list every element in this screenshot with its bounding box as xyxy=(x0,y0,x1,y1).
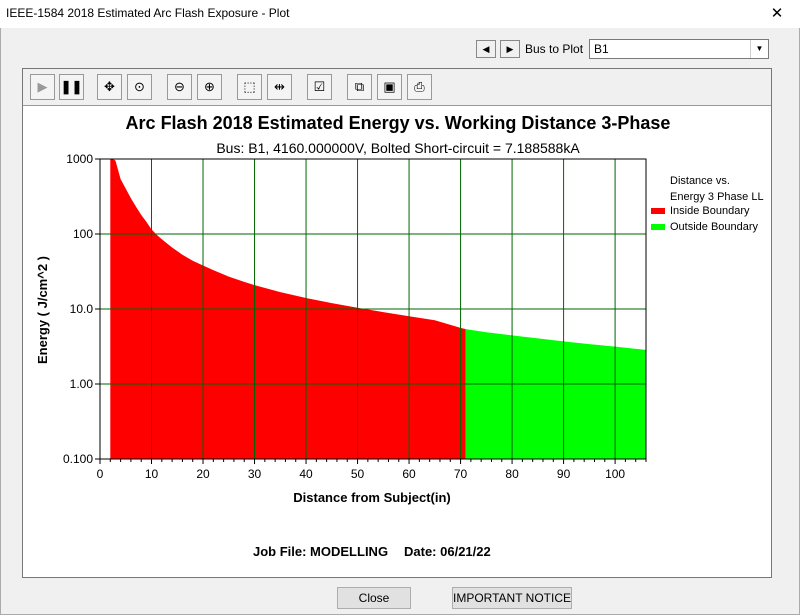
arc-flash-chart: Arc Flash 2018 Estimated Energy vs. Work… xyxy=(35,113,764,559)
bus-select[interactable]: B1 ▼ xyxy=(589,39,769,59)
job-file-label: Job File: MODELLING xyxy=(253,544,388,559)
x-tick-label: 50 xyxy=(351,467,365,481)
chevron-down-icon[interactable]: ▼ xyxy=(750,40,768,58)
y-tick-label: 1000 xyxy=(66,152,93,166)
save-button[interactable]: ▣ xyxy=(377,74,402,100)
split-icon: ⇹ xyxy=(274,79,285,94)
legend-label-outside: Outside Boundary xyxy=(670,221,759,233)
important-notice-button[interactable]: IMPORTANT NOTICE xyxy=(452,587,572,609)
bus-select-value: B1 xyxy=(594,42,609,56)
x-tick-label: 100 xyxy=(605,467,625,481)
copy-button[interactable]: ⧉ xyxy=(347,74,372,100)
zoom-fit-icon: ⊙ xyxy=(134,79,145,94)
legend-title-line: Energy 3 Phase LL xyxy=(670,191,764,203)
split-button[interactable]: ⇹ xyxy=(267,74,292,100)
window-close-icon[interactable]: ✕ xyxy=(754,0,800,28)
legend-label-inside: Inside Boundary xyxy=(670,205,750,217)
legend-swatch-inside xyxy=(651,208,665,214)
chart-subtitle: Bus: B1, 4160.000000V, Bolted Short-circ… xyxy=(216,140,580,156)
plot-toolbar: ▶ ❚❚ ✥ ⊙ ⊖ ⊕ ⬚ ⇹ ☑ ⧉ ▣ ⎙ xyxy=(23,69,771,106)
zoom-in-icon: ⊕ xyxy=(204,79,215,94)
y-axis-label: Energy ( J/cm^2 ) xyxy=(35,256,50,364)
pan-icon: ✥ xyxy=(104,79,115,94)
zoom-fit-button[interactable]: ⊙ xyxy=(127,74,152,100)
zoom-in-button[interactable]: ⊕ xyxy=(197,74,222,100)
triangle-left-icon: ◀ xyxy=(482,44,490,54)
print-icon: ⎙ xyxy=(414,79,425,94)
window-title: IEEE-1584 2018 Estimated Arc Flash Expos… xyxy=(6,6,290,20)
chart-title: Arc Flash 2018 Estimated Energy vs. Work… xyxy=(126,113,671,133)
pause-icon: ❚❚ xyxy=(60,79,83,94)
print-button[interactable]: ⎙ xyxy=(407,74,432,100)
legend-swatch-outside xyxy=(651,224,665,230)
x-tick-label: 30 xyxy=(248,467,262,481)
properties-button[interactable]: ☑ xyxy=(307,74,332,100)
next-bus-button[interactable]: ▶ xyxy=(500,40,520,58)
play-button[interactable]: ▶ xyxy=(30,74,55,100)
zoom-out-icon: ⊖ xyxy=(174,79,185,94)
pan-button[interactable]: ✥ xyxy=(97,74,122,100)
job-date-label: Date: 06/21/22 xyxy=(404,544,491,559)
x-tick-label: 10 xyxy=(145,467,159,481)
select-box-icon: ⬚ xyxy=(243,79,256,94)
x-tick-label: 40 xyxy=(299,467,313,481)
x-tick-label: 80 xyxy=(505,467,519,481)
x-tick-label: 70 xyxy=(454,467,468,481)
prev-bus-button[interactable]: ◀ xyxy=(476,40,496,58)
close-button[interactable]: Close xyxy=(337,587,411,609)
title-bar: IEEE-1584 2018 Estimated Arc Flash Expos… xyxy=(0,0,800,28)
select-box-button[interactable]: ⬚ xyxy=(237,74,262,100)
copy-icon: ⧉ xyxy=(354,79,365,94)
legend-title-line: Distance vs. xyxy=(670,175,730,187)
x-tick-label: 20 xyxy=(196,467,210,481)
y-tick-label: 1.00 xyxy=(70,377,94,391)
y-tick-label: 0.100 xyxy=(63,452,93,466)
play-icon: ▶ xyxy=(37,79,48,94)
x-axis-label: Distance from Subject(in) xyxy=(293,490,450,505)
bus-to-plot-label: Bus to Plot xyxy=(525,42,584,56)
properties-icon: ☑ xyxy=(313,79,326,94)
save-icon: ▣ xyxy=(383,79,396,94)
x-tick-label: 60 xyxy=(402,467,416,481)
zoom-out-button[interactable]: ⊖ xyxy=(167,74,192,100)
x-tick-label: 90 xyxy=(557,467,571,481)
pause-button[interactable]: ❚❚ xyxy=(59,74,84,100)
x-tick-label: 0 xyxy=(97,467,104,481)
plot-frame: ▶ ❚❚ ✥ ⊙ ⊖ ⊕ ⬚ ⇹ ☑ ⧉ ▣ ⎙ Arc Flash 2018 … xyxy=(22,68,772,578)
y-tick-label: 100 xyxy=(73,227,93,241)
series-area-outside xyxy=(465,329,646,459)
triangle-right-icon: ▶ xyxy=(506,44,514,54)
y-tick-label: 10.0 xyxy=(70,302,94,316)
